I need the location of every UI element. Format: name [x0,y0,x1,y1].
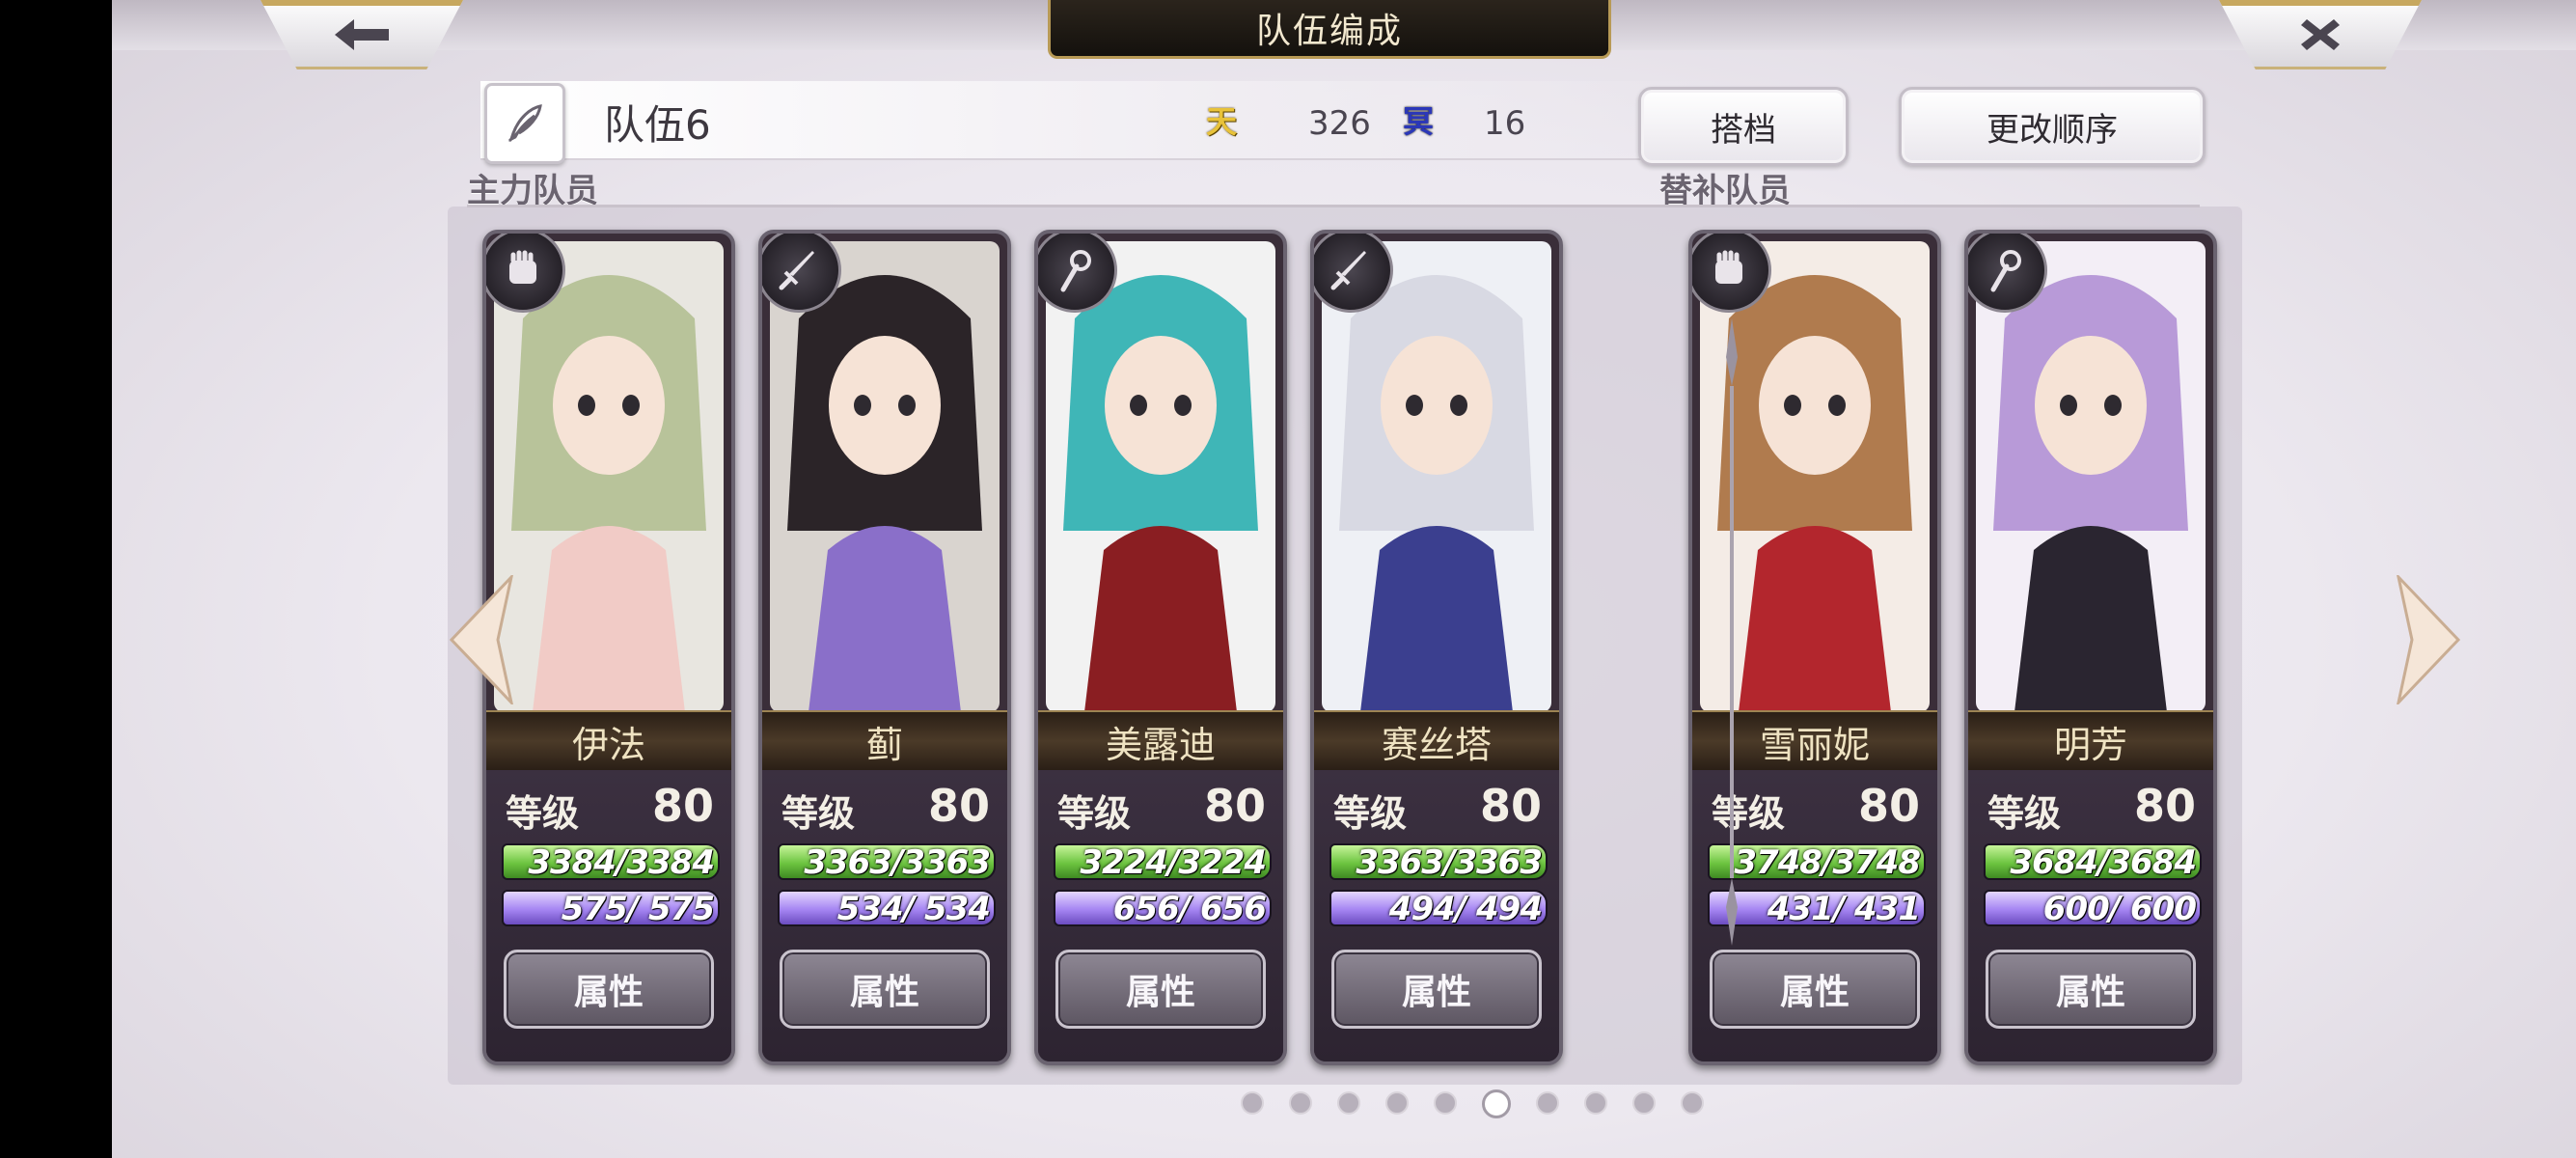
member-card[interactable]: 赛丝塔等级 80 3363/3363 494/ 494 属性 [1310,230,1563,1065]
close-button-frame [2219,0,2422,69]
attribute-button[interactable]: 属性 [780,950,990,1029]
level-label: 等级 [1987,792,2062,835]
hp-value: 3384/3384 [528,843,715,880]
heaven-value: 326 [1308,104,1371,143]
member-card[interactable]: 伊法等级 80 3384/3384 575/ 575 属性 [482,230,735,1065]
mp-value: 656/ 656 [1102,890,1267,926]
mp-value: 494/ 494 [1378,890,1543,926]
member-name: 赛丝塔 [1314,710,1559,772]
page-dot[interactable] [1385,1091,1409,1115]
hp-bar: 3748/3748 [1708,843,1926,880]
next-page-arrow-icon[interactable] [2395,575,2462,704]
hp-value: 3748/3748 [1734,843,1921,880]
member-name: 美露迪 [1038,710,1283,772]
mp-bar: 534/ 534 [778,890,996,926]
underworld-icon: 冥 [1402,103,1434,140]
member-card[interactable]: 美露迪等级 80 3224/3224 656/ 656 属性 [1034,230,1287,1065]
member-stats: 等级 80 3684/3684 600/ 600 属性 [1968,770,2213,1062]
hp-bar: 3363/3363 [1329,843,1548,880]
level-label: 等级 [1333,792,1408,835]
member-name: 蓟 [762,710,1007,772]
sub-members-rule [1659,205,2200,207]
member-card[interactable]: 明芳等级 80 3684/3684 600/ 600 属性 [1964,230,2217,1065]
page-dot[interactable] [1584,1091,1607,1115]
partner-button[interactable]: 搭档 [1638,87,1849,166]
member-stats: 等级 80 3384/3384 575/ 575 属性 [486,770,731,1062]
level-value: 80 [1857,780,1920,832]
mp-value: 534/ 534 [826,890,991,926]
page-title: 队伍编成 [1048,0,1611,59]
mp-bar: 494/ 494 [1329,890,1548,926]
attribute-button[interactable]: 属性 [1331,950,1542,1029]
page-dot[interactable] [1241,1091,1264,1115]
mp-value: 575/ 575 [550,890,715,926]
mp-bar: 575/ 575 [502,890,720,926]
close-button[interactable] [2219,0,2422,69]
level-value: 80 [1479,780,1542,832]
quill-icon [507,104,542,143]
attribute-button[interactable]: 属性 [504,950,714,1029]
page-dot-active[interactable] [1482,1089,1511,1118]
attribute-button[interactable]: 属性 [1055,950,1266,1029]
mp-bar: 656/ 656 [1054,890,1272,926]
level-label: 等级 [1057,792,1132,835]
member-stats: 等级 80 3224/3224 656/ 656 属性 [1038,770,1283,1062]
level-label: 等级 [506,792,580,835]
level-value: 80 [2133,780,2196,832]
pagination-dots [1241,1089,1704,1118]
page-dot[interactable] [1434,1091,1457,1115]
main-members-rule [467,205,1712,207]
page-dot[interactable] [1632,1091,1656,1115]
page-dot[interactable] [1289,1091,1312,1115]
underworld-value: 16 [1484,104,1526,143]
member-name: 伊法 [486,710,731,772]
hp-value: 3363/3363 [1356,843,1543,880]
roster-divider [1726,318,1738,946]
attribute-button[interactable]: 属性 [1986,950,2196,1029]
hp-bar: 3384/3384 [502,843,720,880]
back-button[interactable] [260,0,463,69]
team-formation-screen: 队伍编成 队伍6 天 326 冥 16 搭档 更改顺序 主力队员 替补队员 伊法… [112,0,2576,1158]
page-dot[interactable] [1536,1091,1559,1115]
hp-bar: 3224/3224 [1054,843,1272,880]
change-order-button[interactable]: 更改顺序 [1899,87,2206,166]
fist-icon [486,234,565,313]
mp-bar: 431/ 431 [1708,890,1926,926]
edit-team-name-button[interactable] [484,83,565,164]
member-stats: 等级 80 3363/3363 494/ 494 属性 [1314,770,1559,1062]
hp-value: 3363/3363 [804,843,991,880]
staff-icon [1038,234,1117,313]
member-stats: 等级 80 3363/3363 534/ 534 属性 [762,770,1007,1062]
level-label: 等级 [1712,792,1786,835]
hp-bar: 3363/3363 [778,843,996,880]
mp-bar: 600/ 600 [1984,890,2202,926]
sword-icon [1314,234,1393,313]
member-card[interactable]: 蓟等级 80 3363/3363 534/ 534 属性 [758,230,1011,1065]
fist-icon [1692,234,1771,313]
level-value: 80 [1203,780,1266,832]
prev-page-arrow-icon[interactable] [448,575,515,704]
level-value: 80 [927,780,990,832]
hp-value: 3684/3684 [2010,843,2197,880]
level-label: 等级 [781,792,856,835]
member-name: 明芳 [1968,710,2213,772]
attribute-button[interactable]: 属性 [1710,950,1920,1029]
staff-icon [1968,234,2047,313]
level-value: 80 [651,780,714,832]
hp-value: 3224/3224 [1080,843,1267,880]
page-dot[interactable] [1337,1091,1360,1115]
heaven-icon: 天 [1205,103,1237,140]
sword-icon [762,234,841,313]
back-button-frame [260,0,463,69]
page-dot[interactable] [1681,1091,1704,1115]
mp-value: 431/ 431 [1756,890,1921,926]
team-name: 队伍6 [604,101,711,149]
mp-value: 600/ 600 [2032,890,2197,926]
hp-bar: 3684/3684 [1984,843,2202,880]
